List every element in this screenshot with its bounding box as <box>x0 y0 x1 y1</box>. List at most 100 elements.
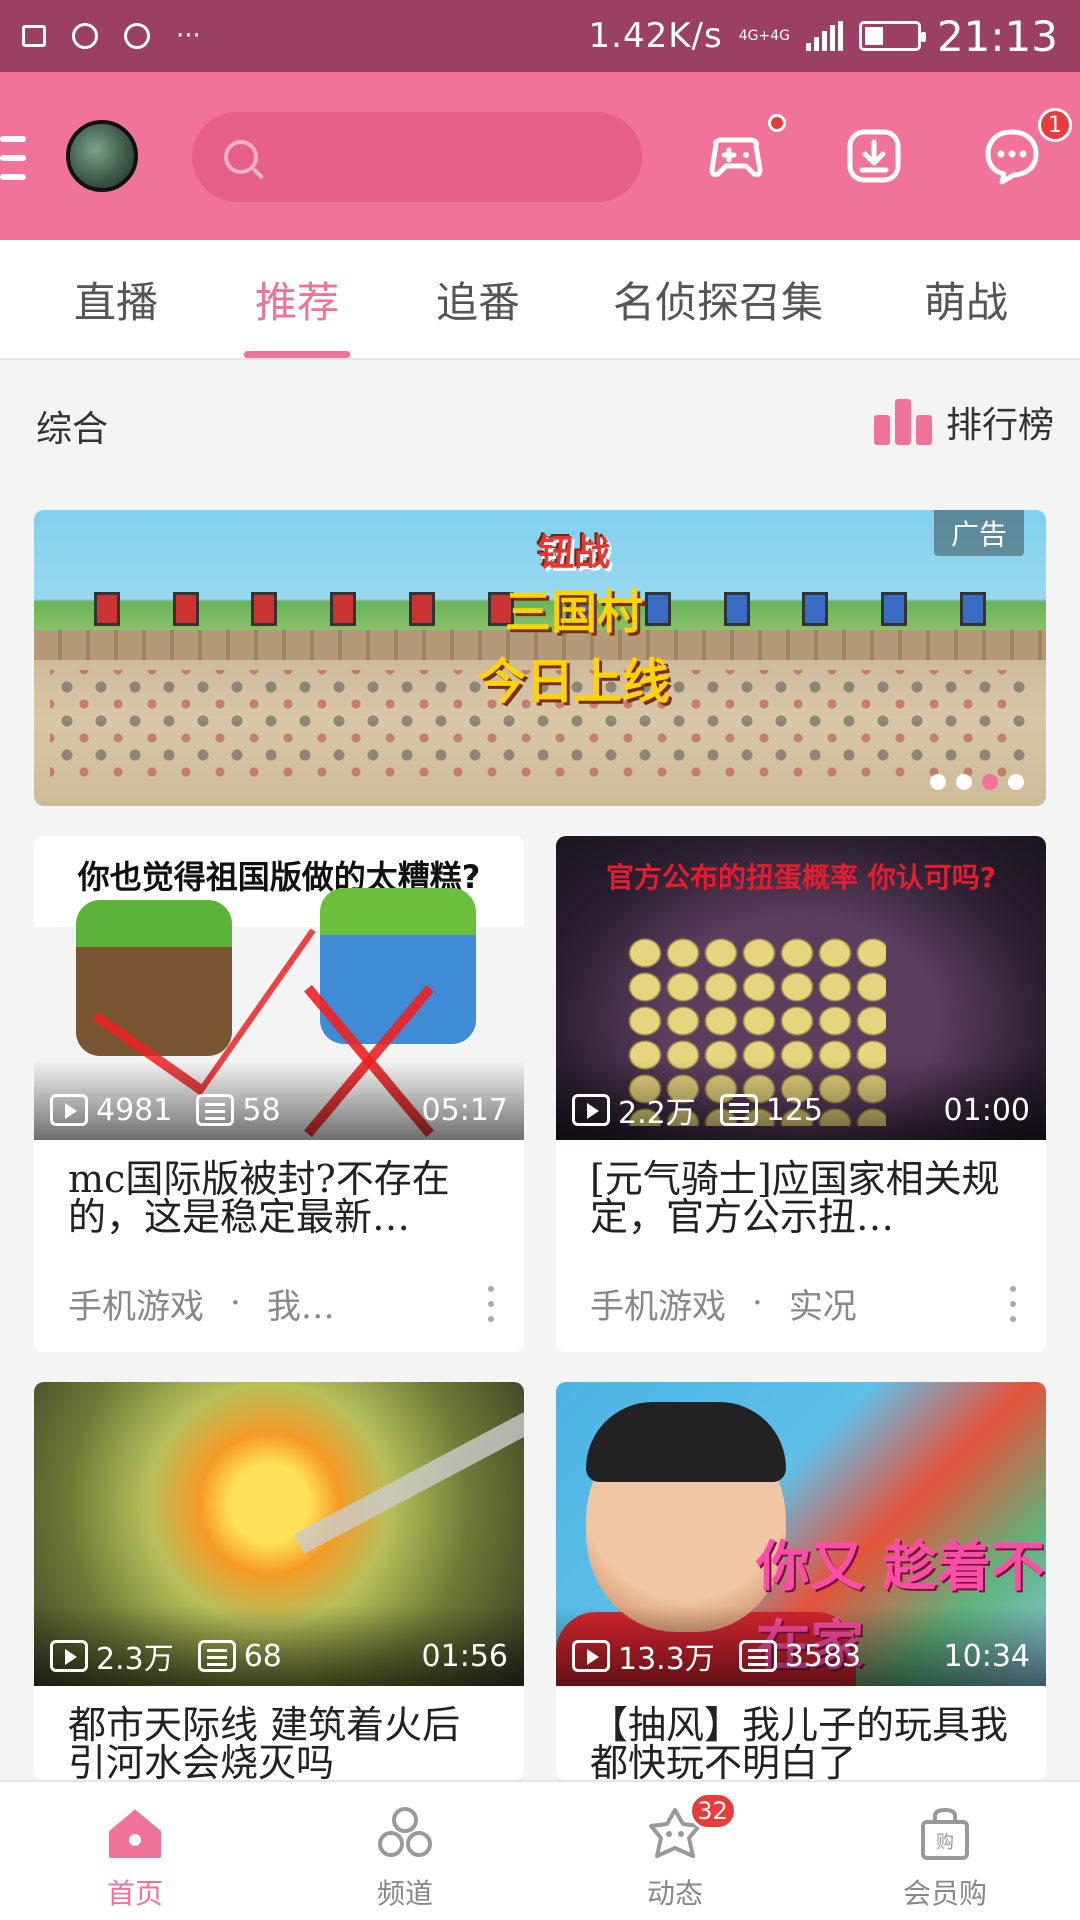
tab-recommend[interactable]: 推荐 <box>244 240 350 358</box>
video-meta: 2.2万 125 01:00 <box>572 1090 1030 1131</box>
menu-icon[interactable] <box>0 136 26 180</box>
gamepad-notification-dot <box>768 114 786 132</box>
banner-indicator-dot <box>930 774 946 790</box>
timer-icon <box>124 23 150 49</box>
video-category[interactable]: 手机游戏 <box>590 1279 726 1328</box>
banner-art-line3: 今日上线 <box>477 654 670 710</box>
view-count: 4981 <box>96 1092 173 1128</box>
network-type: 4G+4G <box>738 28 790 44</box>
danmaku-count: 125 <box>765 1092 823 1128</box>
video-card[interactable]: 你又 趁着不在家 13.3万 3583 10:34 【抽风】我儿子的玩具我都快玩… <box>556 1382 1046 1780</box>
search-bar[interactable] <box>192 112 642 202</box>
ad-banner[interactable]: 钮战 三国村 今日上线 广告 <box>34 510 1046 806</box>
separator-dot: · <box>230 1283 241 1323</box>
clock: 21:13 <box>936 11 1058 61</box>
shop-bag-icon: 购 <box>913 1802 977 1866</box>
nav-channel[interactable]: 频道 <box>270 1782 540 1920</box>
tab-moe-battle[interactable]: 萌战 <box>914 240 1018 358</box>
video-title: 都市天际线 建筑着火后引河水会烧灭吗 <box>68 1703 461 1780</box>
danmaku-icon <box>196 1094 235 1126</box>
battery-icon <box>858 21 926 51</box>
tab-detective[interactable]: 名侦探召集 <box>608 240 828 358</box>
video-meta: 4981 58 05:17 <box>50 1090 508 1130</box>
banner-indicator-dot <box>1008 774 1024 790</box>
nav-dynamic-label: 动态 <box>646 1877 703 1910</box>
nav-channel-label: 频道 <box>376 1877 433 1910</box>
download-icon <box>847 129 901 183</box>
video-title: mc国际版被封?不存在的，这是稳定最新… <box>68 1157 450 1239</box>
video-title: [元气骑士]应国家相关规定，官方公示扭… <box>590 1157 1000 1239</box>
game-center-button[interactable] <box>704 114 786 188</box>
search-input[interactable] <box>274 140 634 174</box>
banner-indicators <box>930 774 1024 790</box>
video-thumbnail: 官方公布的扭蛋概率 你认可吗? 2.2万 125 01:00 <box>556 836 1046 1140</box>
play-count-icon <box>50 1640 88 1672</box>
separator-dot: · <box>752 1283 763 1323</box>
video-card[interactable]: 官方公布的扭蛋概率 你认可吗? 2.2万 125 01:00 [元气骑士]应国家… <box>556 836 1046 1352</box>
danmaku-count: 58 <box>242 1092 281 1128</box>
thumbnail-caption: 官方公布的扭蛋概率 你认可吗? <box>606 861 996 894</box>
banner-indicator-dot <box>982 774 998 790</box>
video-footer: 手机游戏 · 我… <box>34 1258 524 1348</box>
banner-art-line2: 三国村 <box>505 585 643 639</box>
nav-home[interactable]: 首页 <box>0 1782 270 1920</box>
view-count: 2.2万 <box>618 1096 696 1131</box>
status-right-icons: 1.42K/s 4G+4G 21:13 <box>589 12 1058 61</box>
video-card[interactable]: 2.3万 68 01:56 都市天际线 建筑着火后引河水会烧灭吗 <box>34 1382 524 1780</box>
status-bar: ··· 1.42K/s 4G+4G 21:13 <box>0 0 1080 72</box>
nav-shop-label: 会员购 <box>902 1877 987 1910</box>
tab-bangumi[interactable]: 追番 <box>426 240 530 358</box>
duration: 01:00 <box>943 1092 1030 1128</box>
play-count-icon <box>50 1094 88 1126</box>
ranking-label: 排行榜 <box>945 405 1054 446</box>
video-tag[interactable]: 实况 <box>789 1279 857 1328</box>
video-thumbnail: 你也觉得祖国版做的太糟糕? 4981 58 05:17 <box>34 836 524 1140</box>
messages-badge: 1 <box>1038 108 1072 142</box>
more-notifications-icon: ··· <box>176 21 201 51</box>
bottom-navigation: 首页 频道 动态 32 购 会员购 <box>0 1780 1080 1920</box>
dynamic-badge: 32 <box>688 1792 737 1830</box>
video-category[interactable]: 手机游戏 <box>68 1279 204 1328</box>
app-header: 1 <box>0 72 1080 240</box>
nav-shop[interactable]: 购 会员购 <box>810 1782 1080 1920</box>
danmaku-icon <box>197 1640 236 1672</box>
battery-level <box>864 27 883 45</box>
video-title: 【抽风】我儿子的玩具我都快玩不明白了 <box>590 1703 1009 1780</box>
video-card[interactable]: 你也觉得祖国版做的太糟糕? 4981 58 05:17 mc国际版被封?不存在的… <box>34 836 524 1352</box>
video-tag[interactable]: 我… <box>267 1279 335 1328</box>
duration: 01:56 <box>421 1638 508 1674</box>
play-count-icon <box>572 1094 610 1126</box>
more-options-icon[interactable] <box>1010 1286 1016 1322</box>
view-count: 13.3万 <box>618 1642 715 1677</box>
banner-art-line1: 钮战 <box>537 533 610 574</box>
view-count: 2.3万 <box>96 1642 174 1677</box>
messages-button[interactable]: 1 <box>980 108 1072 188</box>
video-meta: 2.3万 68 01:56 <box>50 1636 508 1677</box>
danmaku-count: 3583 <box>784 1638 862 1674</box>
ranking-icon <box>873 399 932 445</box>
app-notification-icon <box>72 23 98 49</box>
video-footer: 手机游戏 · 实况 <box>556 1258 1046 1348</box>
danmaku-icon <box>719 1094 758 1126</box>
more-options-icon[interactable] <box>488 1286 494 1322</box>
ad-tag: 广告 <box>934 510 1024 556</box>
play-count-icon <box>572 1640 610 1672</box>
download-button[interactable] <box>842 124 906 188</box>
channel-icon <box>373 1802 437 1866</box>
network-speed: 1.42K/s <box>588 16 723 56</box>
nav-dynamic[interactable]: 动态 32 <box>540 1782 810 1920</box>
danmaku-count: 68 <box>243 1638 282 1674</box>
top-tabs: 直播 推荐 追番 名侦探召集 萌战 <box>0 240 1080 360</box>
duration: 05:17 <box>421 1092 508 1128</box>
status-left-icons: ··· <box>22 21 201 51</box>
video-thumbnail: 2.3万 68 01:56 <box>34 1382 524 1686</box>
image-notification-icon <box>22 25 46 47</box>
svg-text:购: 购 <box>936 1832 954 1853</box>
kid-hair-art <box>586 1402 786 1482</box>
section-header: 综合 排行榜 <box>0 362 1080 482</box>
banner-indicator-dot <box>956 774 972 790</box>
tab-live[interactable]: 直播 <box>64 240 168 358</box>
banner-title-art: 钮战 三国村 今日上线 <box>474 524 674 712</box>
ranking-button[interactable]: 排行榜 <box>873 396 1054 448</box>
avatar[interactable] <box>66 120 138 192</box>
